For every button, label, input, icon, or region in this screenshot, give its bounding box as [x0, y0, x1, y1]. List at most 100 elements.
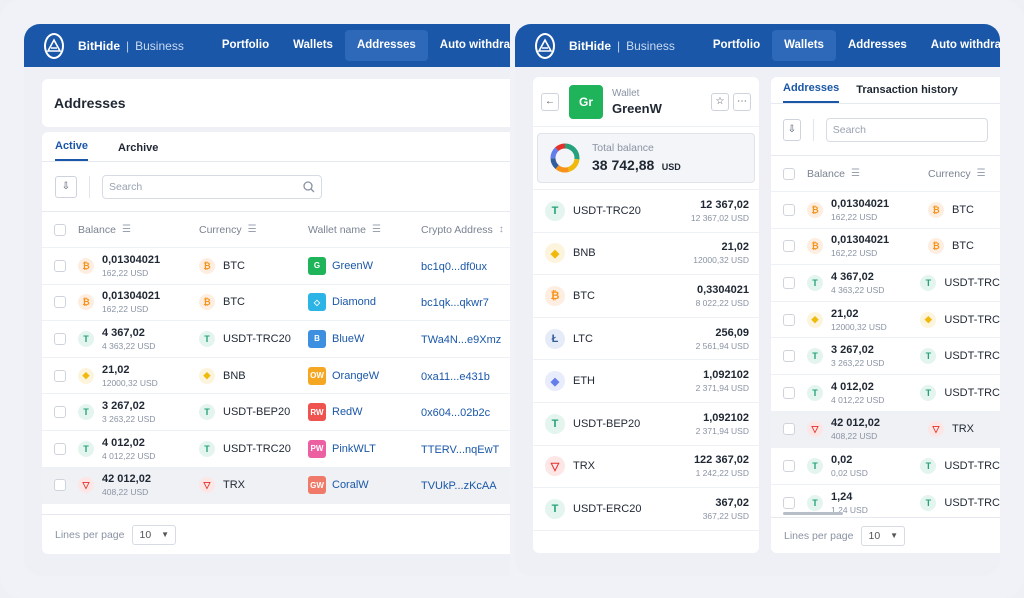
table-row[interactable]: ₿ 0,01304021 162,22 USD ₿ BTC [771, 229, 1000, 266]
asset-row[interactable]: T USDT-ERC20 367,02 367,22 USD [533, 488, 759, 531]
horizontal-scrollbar[interactable] [783, 512, 843, 515]
balance-usd: 12000,32 USD [102, 377, 158, 388]
nav-portfolio[interactable]: Portfolio [701, 30, 772, 61]
row-checkbox[interactable] [54, 259, 66, 272]
wallet-link[interactable]: CoralW [332, 479, 369, 491]
table-row[interactable]: ₿ 0,01304021 162,22 USD ₿ BTC G GreenW bc1… [42, 248, 510, 285]
col-currency[interactable]: Currency ☰ [928, 168, 986, 180]
row-checkbox[interactable] [54, 479, 66, 492]
crypto-address-link[interactable]: 0x604...02b2c [421, 407, 490, 419]
filter-icon[interactable]: ☰ [372, 224, 381, 235]
asset-row[interactable]: ₿ BTC 0,3304021 8 022,22 USD [533, 275, 759, 318]
table-row[interactable]: T 4 012,02 4 012,22 USD T USDT-TRC [771, 375, 1000, 412]
lines-per-page-select[interactable]: 10 ▼ [861, 525, 906, 546]
tab-archive[interactable]: Archive [118, 142, 158, 161]
table-row[interactable]: T 4 367,02 4 363,22 USD T USDT-TRC [771, 265, 1000, 302]
nav-auto-withdraw[interactable]: Auto withdraw [919, 30, 1000, 61]
btc-coin-icon: ₿ [545, 285, 565, 306]
currency-name: BNB [223, 369, 246, 382]
filter-icon[interactable]: ☰ [248, 224, 257, 235]
asset-row[interactable]: T USDT-BEP20 1,092102 2 371,94 USD [533, 403, 759, 446]
tab-transaction-history[interactable]: Transaction history [856, 84, 957, 103]
wallet-link[interactable]: BlueW [332, 333, 364, 345]
table-row[interactable]: T 4 012,02 4 012,22 USD T USDT-TRC20 PW Pi… [42, 431, 510, 468]
asset-row[interactable]: Ł LTC 256,09 2 561,94 USD [533, 318, 759, 361]
row-checkbox[interactable] [783, 459, 795, 472]
table-row[interactable]: T 3 267,02 3 263,22 USD T USDT-TRC [771, 338, 1000, 375]
table-row[interactable]: T 4 367,02 4 363,22 USD T USDT-TRC20 B Blu… [42, 321, 510, 358]
row-checkbox[interactable] [783, 386, 795, 399]
select-all-checkbox[interactable] [54, 223, 66, 236]
export-icon[interactable]: ⇩ [55, 175, 77, 198]
usdt-coin-icon: T [199, 404, 215, 421]
crypto-address-link[interactable]: bc1q0...df0ux [421, 261, 487, 273]
asset-name: TRX [573, 460, 595, 473]
row-checkbox[interactable] [783, 313, 795, 326]
table-row[interactable]: ▽ 42 012,02 408,22 USD ▽ TRX [771, 411, 1000, 449]
table-row[interactable]: ₿ 0,01304021 162,22 USD ₿ BTC ◇ Diamond bc… [42, 285, 510, 322]
filter-icon[interactable]: ☰ [977, 168, 986, 179]
crypto-address-link[interactable]: bc1qk...qkwr7 [421, 297, 489, 309]
star-icon[interactable]: ☆ [711, 92, 729, 111]
crypto-address-link[interactable]: TTERV...nqEwT [421, 444, 499, 456]
search-input[interactable]: Search [825, 117, 988, 142]
addresses-window: BitHide | Business Portfolio Wallets Add… [24, 24, 510, 576]
nav-addresses[interactable]: Addresses [836, 30, 919, 61]
nav-addresses[interactable]: Addresses [344, 30, 428, 61]
filter-icon[interactable]: ☰ [122, 224, 131, 235]
table-row[interactable]: ◆ 21,02 12000,32 USD ◆ BNB OW OrangeW 0xa1… [42, 358, 510, 395]
more-icon[interactable]: ⋯ [733, 92, 751, 111]
bithide-logo-icon[interactable] [44, 32, 64, 59]
nav-wallets[interactable]: Wallets [772, 30, 836, 61]
nav-wallets[interactable]: Wallets [281, 30, 345, 61]
col-currency[interactable]: Currency ☰ [199, 224, 308, 236]
table-row[interactable]: T 3 267,02 3 263,22 USD T USDT-BEP20 RW Re… [42, 394, 510, 431]
wallet-link[interactable]: RedW [332, 406, 363, 418]
tab-active[interactable]: Active [55, 140, 89, 161]
col-balance[interactable]: Balance ☰ [78, 224, 199, 236]
search-input[interactable]: Search [102, 174, 322, 199]
asset-row[interactable]: ◆ BNB 21,02 12000,32 USD [533, 233, 759, 276]
bithide-logo-icon[interactable] [535, 32, 555, 59]
row-checkbox[interactable] [54, 332, 66, 345]
row-checkbox[interactable] [54, 369, 66, 382]
asset-row[interactable]: T USDT-TRC20 12 367,02 12 367,02 USD [533, 190, 759, 233]
wallet-badge: ◇ [308, 293, 326, 312]
table-row[interactable]: T 1,24 1,24 USD T USDT-TRC [771, 485, 1000, 522]
col-balance[interactable]: Balance ☰ [807, 168, 928, 180]
row-checkbox[interactable] [54, 296, 66, 309]
row-checkbox[interactable] [783, 240, 795, 253]
row-checkbox[interactable] [783, 350, 795, 363]
table-row[interactable]: ₿ 0,01304021 162,22 USD ₿ BTC [771, 192, 1000, 229]
row-checkbox[interactable] [54, 442, 66, 455]
export-icon[interactable]: ⇩ [783, 118, 801, 141]
tab-addresses[interactable]: Addresses [783, 82, 840, 103]
table-row[interactable]: ▽ 42 012,02 408,22 USD ▽ TRX GW CoralW TVU… [42, 467, 510, 505]
asset-usd: 2 371,94 USD [695, 383, 749, 394]
wallet-link[interactable]: Diamond [332, 296, 376, 308]
asset-row[interactable]: ◆ ETH 1,092102 2 371,94 USD [533, 360, 759, 403]
lines-per-page-select[interactable]: 10 ▼ [132, 524, 177, 545]
crypto-address-link[interactable]: TVUkP...zKcAA [421, 480, 497, 492]
row-checkbox[interactable] [783, 496, 795, 509]
table-row[interactable]: T 0,02 0,02 USD T USDT-TRC [771, 448, 1000, 485]
back-arrow-icon[interactable]: ← [541, 92, 559, 111]
sort-icon[interactable]: ↕ [499, 224, 504, 235]
crypto-address-link[interactable]: 0xa11...e431b [421, 371, 490, 383]
row-checkbox[interactable] [54, 406, 66, 419]
crypto-address-link[interactable]: TWa4N...e9Xmz [421, 334, 501, 346]
table-row[interactable]: ◆ 21,02 12000,32 USD ◆ USDT-TRC [771, 302, 1000, 339]
filter-icon[interactable]: ☰ [851, 168, 860, 179]
col-wallet-name[interactable]: Wallet name ☰ [308, 224, 421, 236]
row-checkbox[interactable] [783, 203, 795, 216]
col-crypto-address[interactable]: Crypto Address ↕ [421, 224, 504, 236]
wallet-link[interactable]: OrangeW [332, 370, 379, 382]
asset-row[interactable]: ▽ TRX 122 367,02 1 242,22 USD [533, 446, 759, 489]
nav-portfolio[interactable]: Portfolio [210, 30, 281, 61]
wallet-link[interactable]: GreenW [332, 260, 373, 272]
wallet-link[interactable]: PinkWLT [332, 443, 376, 455]
nav-auto-withdraw[interactable]: Auto withdraw [428, 30, 510, 61]
row-checkbox[interactable] [783, 276, 795, 289]
select-all-checkbox[interactable] [783, 167, 795, 180]
row-checkbox[interactable] [783, 423, 795, 436]
